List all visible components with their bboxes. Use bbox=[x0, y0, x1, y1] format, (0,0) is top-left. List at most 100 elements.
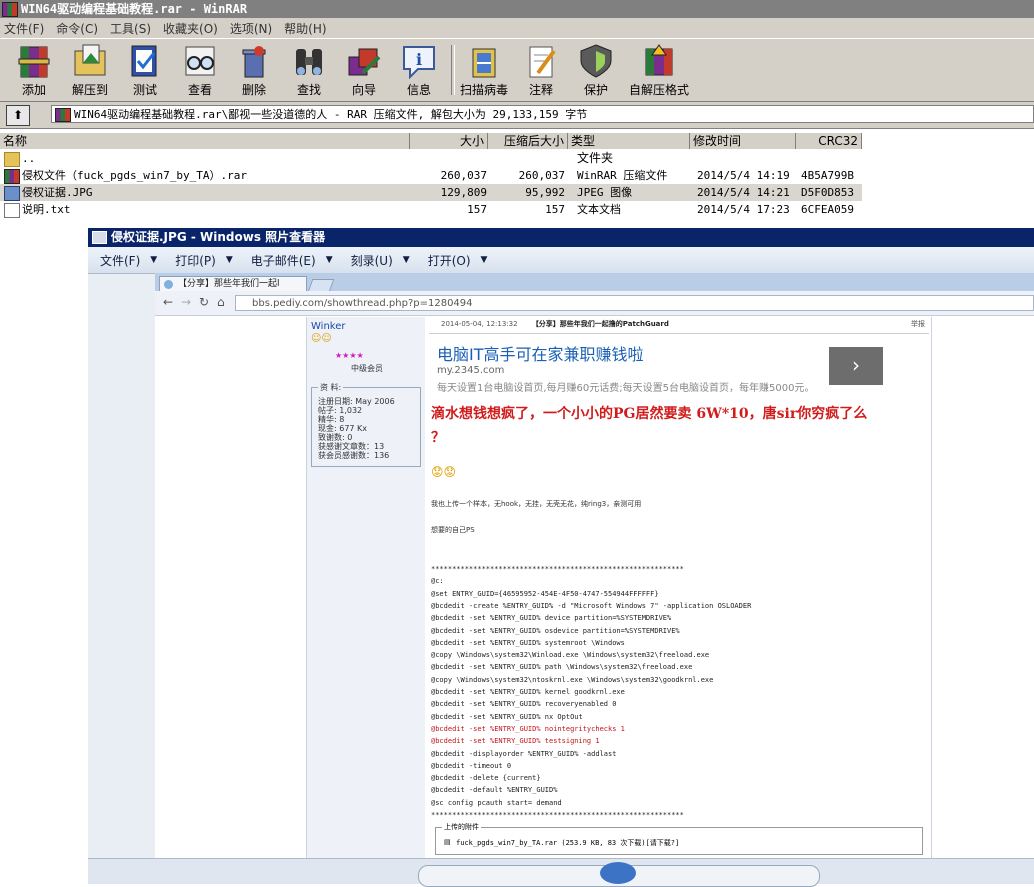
file-size: 129,809 bbox=[440, 186, 487, 199]
image-browser-tabstrip: 【分享】那些年我们一起l bbox=[155, 273, 1034, 292]
post-headline-end: ？ bbox=[431, 430, 445, 446]
find-label: 查找 bbox=[296, 83, 321, 97]
code-line: @bcdedit -set %ENTRY_GUID% systemroot \W… bbox=[431, 638, 625, 647]
image-tab-title: 【分享】那些年我们一起l bbox=[178, 279, 280, 289]
code-line: @sc config pcauth start= demand bbox=[431, 798, 562, 807]
image-browser-navbar: ← → ↻ ⌂ bbs.pediy.com/showthread.php?p=1… bbox=[155, 291, 1034, 316]
info-label: 信息 bbox=[406, 83, 431, 97]
menu-commands[interactable]: 命令(C) bbox=[52, 20, 106, 37]
ad-title: 电脑IT高手可在家兼职赚钱啦 bbox=[437, 345, 644, 364]
comment-pencil-icon bbox=[522, 43, 560, 79]
file-name: .. bbox=[22, 152, 36, 165]
column-crc32[interactable]: CRC32 bbox=[796, 133, 862, 149]
viewer-titlebar: 侵权证据.JPG - Windows 照片查看器 bbox=[88, 228, 1034, 247]
code-line: @bcdedit -delete {current} bbox=[431, 774, 541, 783]
comment-button[interactable]: 注释 bbox=[515, 43, 567, 99]
find-button[interactable]: 查找 bbox=[283, 43, 335, 99]
code-line: @bcdedit -default %ENTRY_GUID% bbox=[431, 786, 558, 795]
add-archive-icon bbox=[15, 43, 53, 79]
column-name[interactable]: 名称 bbox=[0, 133, 410, 149]
code-line: @bcdedit -set %ENTRY_GUID% kernel goodkr… bbox=[431, 688, 625, 696]
file-row[interactable]: 侵权文件（fuck_pgds_win7_by_TA）.rar 260,037 2… bbox=[0, 167, 862, 184]
view-button[interactable]: 查看 bbox=[174, 43, 226, 99]
virus-scan-icon bbox=[465, 43, 503, 79]
viewer-menubar: 文件(F) ▼ 打印(P) ▼ 电子邮件(E) ▼ 刻录(U) ▼ 打开(O) ▼ bbox=[88, 247, 1034, 274]
attachment-file: fuck_pgds_win7_by_TA.rar (253.9 KB, 83 次… bbox=[456, 839, 680, 847]
code-line: @bcdedit -set %ENTRY_GUID% testsigning 1 bbox=[431, 737, 600, 746]
delete-bin-icon bbox=[235, 43, 273, 79]
image-browser-tab: 【分享】那些年我们一起l bbox=[159, 276, 307, 291]
viewer-menu-burn[interactable]: 刻录(U) bbox=[339, 252, 403, 269]
file-packed-size: 95,992 bbox=[525, 186, 565, 199]
file-size: 157 bbox=[467, 203, 487, 216]
rar-addressbar: ⬆ WIN64驱动编程基础教程.rar\鄙视一些没道德的人 - RAR 压缩文件… bbox=[0, 102, 1034, 129]
menu-file[interactable]: 文件(F) bbox=[0, 20, 52, 37]
info-button[interactable]: i 信息 bbox=[393, 43, 445, 99]
menu-favorites[interactable]: 收藏夹(O) bbox=[159, 20, 226, 37]
chevron-down-icon: ▼ bbox=[402, 255, 410, 265]
file-type: 文件夹 bbox=[577, 151, 614, 165]
image-file-icon bbox=[4, 186, 20, 201]
file-packed-size: 157 bbox=[545, 203, 565, 216]
code-line: @set ENTRY_GUID={46595952-454E-4F50-4747… bbox=[431, 589, 659, 598]
wizard-button[interactable]: 向导 bbox=[338, 43, 390, 99]
column-modified[interactable]: 修改时间 bbox=[690, 133, 796, 149]
add-button[interactable]: 添加 bbox=[8, 43, 60, 99]
forum-username: Winker bbox=[311, 321, 346, 332]
code-line: @bcdedit -timeout 0 bbox=[431, 761, 512, 770]
slideshow-button[interactable] bbox=[600, 862, 636, 884]
file-name: 侵权文件（fuck_pgds_win7_by_TA）.rar bbox=[22, 169, 247, 182]
column-size[interactable]: 大小 bbox=[410, 133, 488, 149]
menu-tools[interactable]: 工具(S) bbox=[106, 20, 159, 37]
delete-button[interactable]: 删除 bbox=[228, 43, 280, 99]
test-check-icon bbox=[126, 43, 164, 79]
viewer-menu-file[interactable]: 文件(F) bbox=[88, 252, 150, 269]
forum-rank: 中级会员 bbox=[351, 364, 383, 373]
extract-to-button[interactable]: 解压到 bbox=[64, 43, 116, 99]
sfx-label: 自解压格式 bbox=[628, 83, 689, 97]
image-url-bar: bbs.pediy.com/showthread.php?p=1280494 bbox=[235, 295, 1034, 311]
archive-path-field[interactable]: WIN64驱动编程基础教程.rar\鄙视一些没道德的人 - RAR 压缩文件, … bbox=[51, 105, 1034, 123]
ad-domain: my.2345.com bbox=[437, 365, 505, 376]
test-button[interactable]: 测试 bbox=[119, 43, 171, 99]
column-packed[interactable]: 压缩后大小 bbox=[488, 133, 568, 149]
archive-path-text: WIN64驱动编程基础教程.rar\鄙视一些没道德的人 - RAR 压缩文件, … bbox=[74, 108, 588, 121]
viewer-menu-email[interactable]: 电子邮件(E) bbox=[239, 252, 326, 269]
code-line: @copy \Windows\system32\Winload.exe \Win… bbox=[431, 651, 710, 660]
post-title: 【分享】那些年我们一起撸的PatchGuard bbox=[531, 320, 669, 328]
file-row[interactable]: .. 文件夹 bbox=[0, 150, 862, 167]
file-size: 260,037 bbox=[440, 169, 487, 182]
protect-label: 保护 bbox=[583, 83, 608, 97]
code-line: ****************************************… bbox=[431, 811, 684, 819]
code-line: @copy \Windows\system32\ntoskrnl.exe \Wi… bbox=[431, 675, 714, 684]
code-line: @bcdedit -set %ENTRY_GUID% nx OptOut bbox=[431, 712, 583, 721]
viewer-menu-print[interactable]: 打印(P) bbox=[163, 252, 226, 269]
sfx-button[interactable]: 自解压格式 bbox=[626, 43, 692, 99]
toolbar-separator bbox=[451, 45, 455, 95]
folder-up-icon bbox=[4, 152, 20, 167]
text-file-icon bbox=[4, 203, 20, 218]
file-row[interactable]: 说明.txt 157 157 文本文档 2014/5/4 17:23 6CFEA… bbox=[0, 201, 862, 218]
virus-scan-button[interactable]: 扫描病毒 bbox=[458, 43, 510, 99]
up-folder-button[interactable]: ⬆ bbox=[6, 105, 30, 126]
code-line: @bcdedit -set %ENTRY_GUID% device partit… bbox=[431, 614, 672, 623]
view-glasses-icon bbox=[181, 43, 219, 79]
delete-label: 删除 bbox=[241, 83, 266, 97]
code-line: @c: bbox=[431, 577, 444, 586]
chevron-down-icon: ▼ bbox=[150, 255, 158, 265]
code-line: @bcdedit -displayorder %ENTRY_GUID% -add… bbox=[431, 749, 617, 758]
profile-title: 资 料: bbox=[318, 382, 344, 393]
column-type[interactable]: 类型 bbox=[568, 133, 690, 149]
menu-help[interactable]: 帮助(H) bbox=[280, 20, 334, 37]
report-link: 举报 bbox=[911, 320, 925, 328]
file-row[interactable]: 侵权证据.JPG 129,809 95,992 JPEG 图像 2014/5/4… bbox=[0, 184, 862, 201]
rank-stars-icon: ★★★★ bbox=[335, 351, 364, 360]
profile-box: 资 料: 注册日期: May 2006 帖子: 1,032 精华: 8 现金: … bbox=[311, 382, 421, 467]
find-binoculars-icon bbox=[290, 43, 328, 79]
menu-options[interactable]: 选项(N) bbox=[226, 20, 280, 37]
file-packed-size: 260,037 bbox=[518, 169, 565, 182]
code-line: @bcdedit -create %ENTRY_GUID% -d "Micros… bbox=[431, 601, 752, 610]
protect-button[interactable]: 保护 bbox=[570, 43, 622, 99]
view-label: 查看 bbox=[187, 83, 212, 97]
viewer-menu-open[interactable]: 打开(O) bbox=[416, 252, 481, 269]
